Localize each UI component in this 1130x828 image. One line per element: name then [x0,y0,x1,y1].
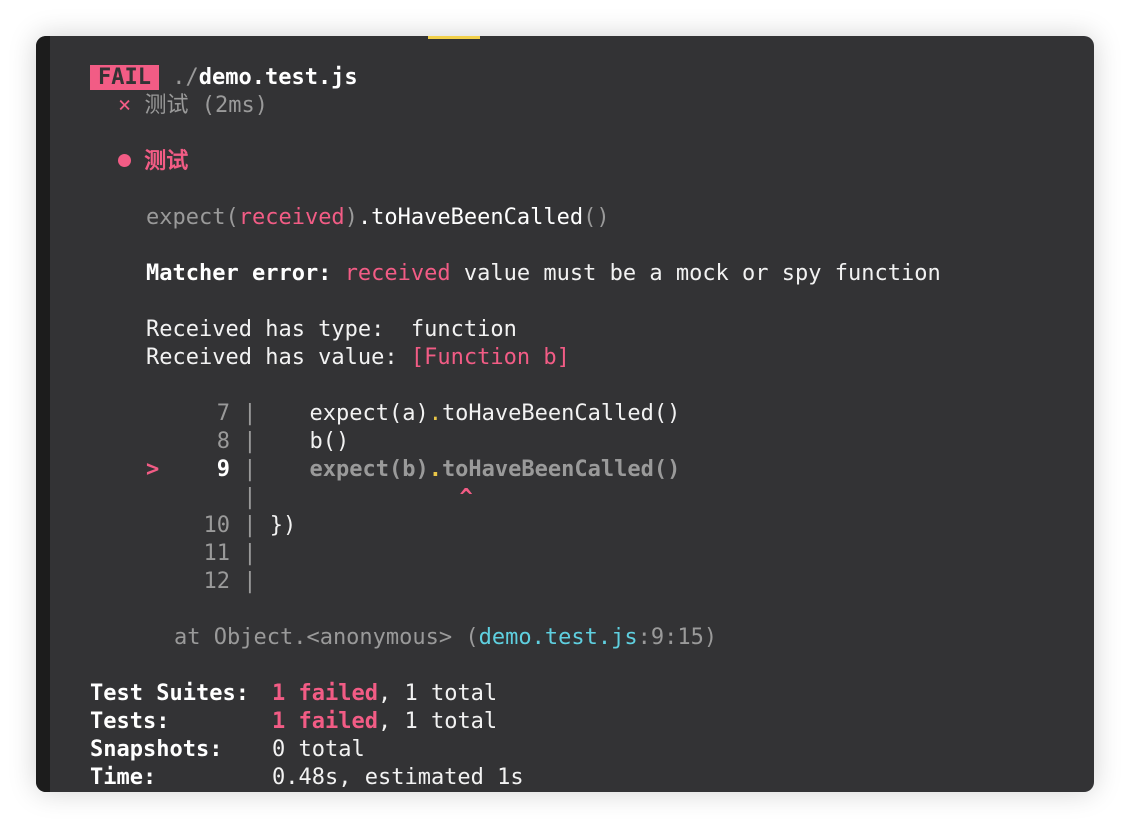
code-line: 11 | [146,540,257,568]
line-code: b() [256,429,350,454]
test-file-header: FAIL ./demo.test.js [90,64,358,92]
received-type-line: Received has type: function [146,316,517,344]
terminal-window: FAIL ./demo.test.js × 测试 (2ms) 测试 expect… [36,36,1094,792]
fail-x-icon: × [118,93,132,118]
line-number: 12 [203,569,231,594]
line-number: 9 [216,457,230,482]
line-number: 7 [216,401,230,426]
stack-at-text: at Object.<anonymous> ( [174,625,479,650]
summary-label: Tests: [90,709,170,734]
summary-row: Test Suites: 1 failed, 1 total [90,680,497,708]
test-file-name: demo.test.js [198,65,358,90]
line-separator: | [243,457,257,482]
path-prefix: ./ [172,65,199,90]
expect-matcher: .toHaveBeenCalled [357,205,584,230]
summary-row: Tests: 1 failed, 1 total [90,708,497,736]
received-type-label: Received has type: [146,317,411,342]
expect-close: ) [344,205,358,230]
code-line-caret: | ^ [146,484,473,512]
line-code-rest: toHaveBeenCalled() [441,457,681,482]
code-line-highlighted: >9 | expect(b).toHaveBeenCalled() [146,456,680,484]
received-type-value: function [410,317,517,342]
line-dot: . [428,457,442,482]
line-separator: | [243,541,257,566]
stack-location: :9:15) [637,625,718,650]
line-separator: | [243,429,257,454]
error-title: 测试 [118,148,188,176]
test-result-line: × 测试 (2ms) [118,92,268,120]
expect-parens: () [583,205,610,230]
line-code: expect(b) [256,457,429,482]
terminal-output: FAIL ./demo.test.js × 测试 (2ms) 测试 expect… [90,36,1094,792]
summary-failed: 1 failed [272,681,378,706]
summary-total: 0 total [272,737,365,762]
summary-failed: 1 failed [272,709,378,734]
summary-row: Snapshots: 0 total [90,736,365,764]
line-dot: . [428,401,442,426]
summary-label: Time: [90,765,157,790]
line-marker: > [146,457,160,482]
test-duration: (2ms) [201,93,268,118]
expect-signature: expect(received).toHaveBeenCalled() [146,204,610,232]
expect-received: received [238,205,345,230]
line-code-rest: toHaveBeenCalled() [441,401,681,426]
code-line: 12 | [146,568,257,596]
line-separator: | [243,401,257,426]
test-name: 测试 [144,93,189,118]
summary-total: , 1 total [377,709,498,734]
line-separator: | [243,513,257,538]
stack-trace-line: at Object.<anonymous> (demo.test.js:9:15… [174,624,717,652]
summary-row: Time: 0.48s, estimated 1s [90,764,524,792]
code-line: 10 | }) [146,512,297,540]
error-title-text: 测试 [144,149,189,174]
matcher-message: value must be a mock or spy function [450,261,941,286]
received-value-line: Received has value: [Function b] [146,344,570,372]
code-line: 7 | expect(a).toHaveBeenCalled() [146,400,681,428]
line-number: 11 [203,541,231,566]
window-left-border [36,36,50,792]
stack-file-link[interactable]: demo.test.js [479,625,638,650]
bullet-dot-icon [118,154,131,167]
expect-prefix: expect( [146,205,239,230]
summary-total: 0.48s, estimated 1s [272,765,524,790]
line-separator: | [243,485,257,510]
matcher-received: received [344,261,451,286]
line-code: expect(a) [256,401,429,426]
received-value-value: [Function b] [410,345,570,370]
matcher-error-line: Matcher error: received value must be a … [146,260,941,288]
line-separator: | [243,569,257,594]
received-value-label: Received has value: [146,345,411,370]
line-code: }) [256,513,297,538]
line-number: 10 [203,513,231,538]
error-caret: ^ [459,485,473,510]
status-badge: FAIL [90,65,159,90]
code-line: 8 | b() [146,428,349,456]
summary-total: , 1 total [377,681,498,706]
summary-label: Test Suites: [90,681,249,706]
matcher-error-label: Matcher error: [146,261,332,286]
summary-label: Snapshots: [90,737,223,762]
line-number: 8 [216,429,230,454]
